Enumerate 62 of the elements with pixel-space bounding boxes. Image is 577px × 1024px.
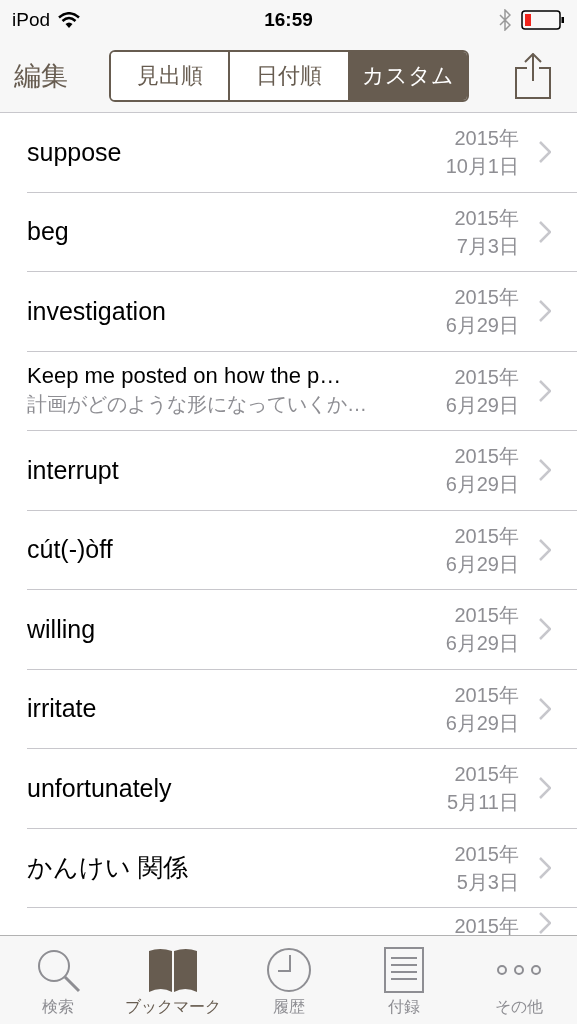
bluetooth-icon [499,9,511,31]
chevron-icon [539,856,551,879]
entry-date: 6月29日 [445,551,519,577]
entry-title: かんけい 関係 [27,852,189,884]
entry-date: 6月29日 [445,313,519,339]
share-button[interactable] [515,53,551,99]
entry-title: unfortunately [27,773,173,803]
entry-title: investigation [27,296,167,326]
entry-date: 6月29日 [445,392,519,418]
entry-subtitle: 計画がどのような形になっていくか… [27,392,368,418]
clock-icon [265,947,312,993]
sort-segment[interactable]: 日付順 [228,52,348,100]
entry-title: interrupt [27,455,120,485]
chevron-icon [539,538,551,561]
battery-icon [521,10,565,30]
entry-year: 2015年 [454,205,519,231]
document-icon [383,947,424,993]
tab-bar-item[interactable]: 付録 [346,936,462,1024]
chevron-icon [539,618,551,641]
entry-title: willing [27,614,97,644]
entry-title: irritate [27,694,98,724]
tab-bar-item[interactable]: ブックマーク [115,936,231,1024]
chevron-icon [539,141,551,164]
chevron-icon [539,459,551,482]
chevron-icon [539,379,551,402]
carrier-name: iPod [12,9,51,31]
entry-year: 2015年 [454,603,519,629]
book-icon [147,947,200,993]
entry-year: 2015年 [454,762,519,788]
tab-bar-item[interactable]: 履歴 [230,936,347,1024]
entry-title: suppose [27,137,123,167]
chevron-icon [539,777,551,800]
entry-year: 2015年 [454,682,519,708]
more-icon [496,964,543,976]
sort-segment[interactable]: 見出順 [111,52,229,100]
entry-date: 10月1日 [445,154,519,180]
entry-date: 5月3日 [456,869,519,895]
chevron-icon [539,697,551,720]
status-time: 16:59 [264,9,313,30]
entry-year: 2015年 [454,841,519,867]
entry-year: 2015年 [454,364,519,390]
entry-date: 5月11日 [447,790,519,816]
entry-title: beg [27,217,70,247]
edit-button[interactable]: 編集 [14,58,109,94]
entry-year: 2015年 [454,444,519,470]
entry-title: cút(-)òff [27,535,114,565]
entry-year: 2015年 [454,126,519,152]
wifi-icon [58,12,81,28]
tab-bar-item[interactable]: その他 [461,936,577,1024]
entry-year: 2015年 [454,285,519,311]
entry-year: 2015年 [454,523,519,549]
entry-year: 2015年 [454,914,519,935]
tab-bar-item[interactable]: 検索 [0,936,116,1024]
entry-date: 6月29日 [445,472,519,498]
entry-date: 6月29日 [445,631,519,657]
sort-segment[interactable]: カスタム [347,52,467,100]
chevron-icon [539,300,551,323]
entry-title: Keep me posted on how the p… [27,363,343,390]
entry-date: 7月3日 [456,233,519,259]
entry-date: 6月29日 [445,710,519,736]
chevron-icon [539,220,551,243]
chevron-icon [539,912,551,934]
